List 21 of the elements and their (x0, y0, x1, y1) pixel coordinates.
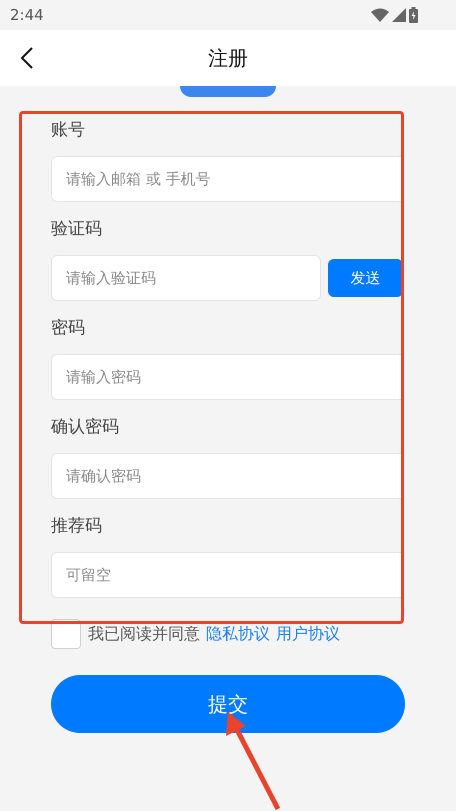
field-label: 验证码 (51, 218, 103, 241)
page-title: 注册 (208, 45, 248, 72)
wifi-icon (371, 8, 389, 22)
input-field[interactable]: 请输入邮箱 或 手机号 (51, 156, 403, 202)
status-time: 2:44 (10, 4, 44, 26)
send-button[interactable]: 发送 (328, 259, 403, 297)
submit-button[interactable]: 提交 (51, 675, 405, 733)
field-label: 推荐码 (51, 515, 103, 538)
agreement-text: 我已阅读并同意 (88, 623, 200, 645)
agreement-link[interactable]: 隐私协议 (206, 622, 270, 646)
signal-icon (392, 8, 406, 22)
field-label: 确认密码 (51, 416, 120, 439)
input-field[interactable]: 请输入密码 (51, 354, 403, 400)
agree-checkbox[interactable] (51, 619, 81, 649)
battery-icon (409, 7, 418, 23)
input-field[interactable]: 可留空 (51, 552, 403, 598)
field-label: 账号 (51, 119, 86, 142)
input-field[interactable]: 请确认密码 (51, 453, 403, 499)
input-field[interactable]: 请输入验证码 (51, 255, 321, 301)
field-label: 密码 (51, 317, 86, 340)
agreement-link[interactable]: 用户协议 (276, 622, 340, 646)
